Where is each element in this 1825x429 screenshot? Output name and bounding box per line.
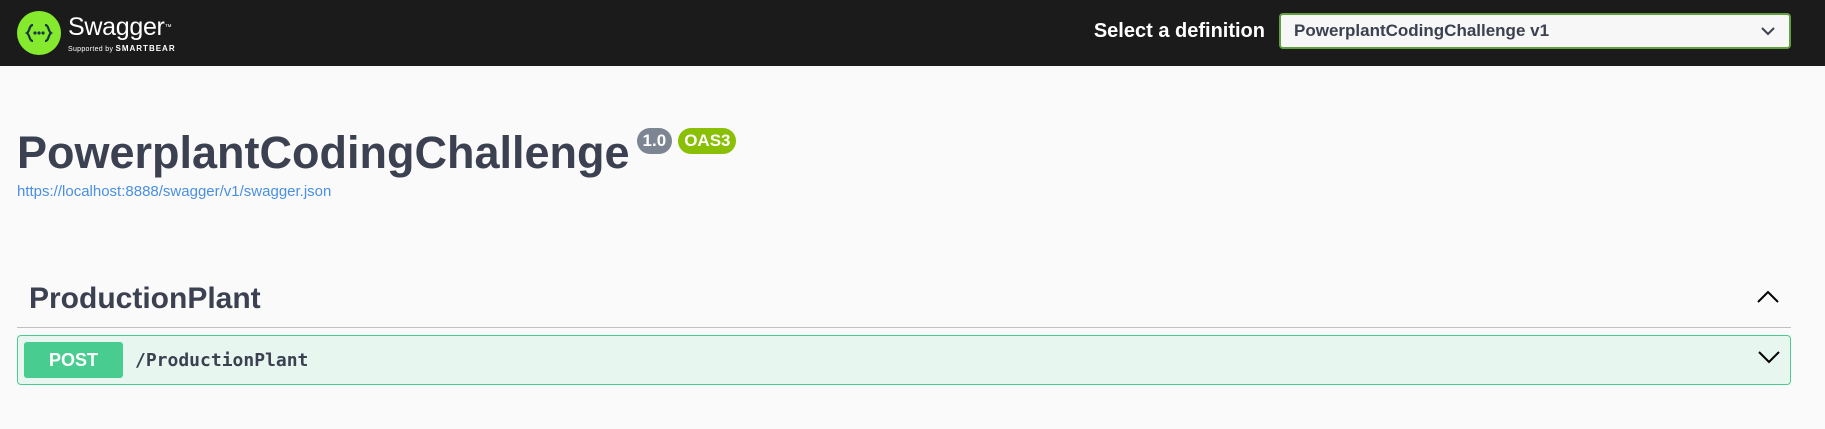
version-badge: 1.0 xyxy=(636,128,673,154)
chevron-up-icon[interactable] xyxy=(1757,290,1779,308)
topbar: Swagger™ Supported by SMARTBEAR Select a… xyxy=(0,0,1825,66)
spec-url-link[interactable]: https://localhost:8888/swagger/v1/swagge… xyxy=(17,183,736,200)
tag-name: ProductionPlant xyxy=(29,281,261,315)
definition-label: Select a definition xyxy=(1093,19,1265,42)
chevron-down-icon xyxy=(1761,21,1775,41)
brand-name: Swagger™ xyxy=(68,12,172,41)
brand-tagline: Supported by SMARTBEAR xyxy=(68,43,176,53)
swagger-logo[interactable]: Swagger™ Supported by SMARTBEAR xyxy=(17,11,176,55)
logo-text: Swagger™ Supported by SMARTBEAR xyxy=(68,12,176,53)
definition-select[interactable]: PowerplantCodingChallenge v1 xyxy=(1279,13,1791,49)
operation-post-productionplant[interactable]: POST /ProductionPlant xyxy=(17,335,1791,385)
tag-section-productionplant: ProductionPlant POST /ProductionPlant xyxy=(17,270,1791,385)
oas-badge: OAS3 xyxy=(678,128,737,154)
swagger-logo-icon xyxy=(17,11,61,55)
chevron-down-icon[interactable] xyxy=(1758,351,1780,369)
definition-selected-value: PowerplantCodingChallenge v1 xyxy=(1294,21,1550,40)
api-title: PowerplantCodingChallenge xyxy=(17,127,630,178)
api-info: PowerplantCodingChallenge 1.0 OAS3 https… xyxy=(17,125,737,200)
operation-path: /ProductionPlant xyxy=(135,349,309,371)
definition-selector: Select a definition PowerplantCodingChal… xyxy=(1094,13,1791,49)
method-badge: POST xyxy=(24,342,123,378)
tag-header[interactable]: ProductionPlant xyxy=(17,270,1791,328)
